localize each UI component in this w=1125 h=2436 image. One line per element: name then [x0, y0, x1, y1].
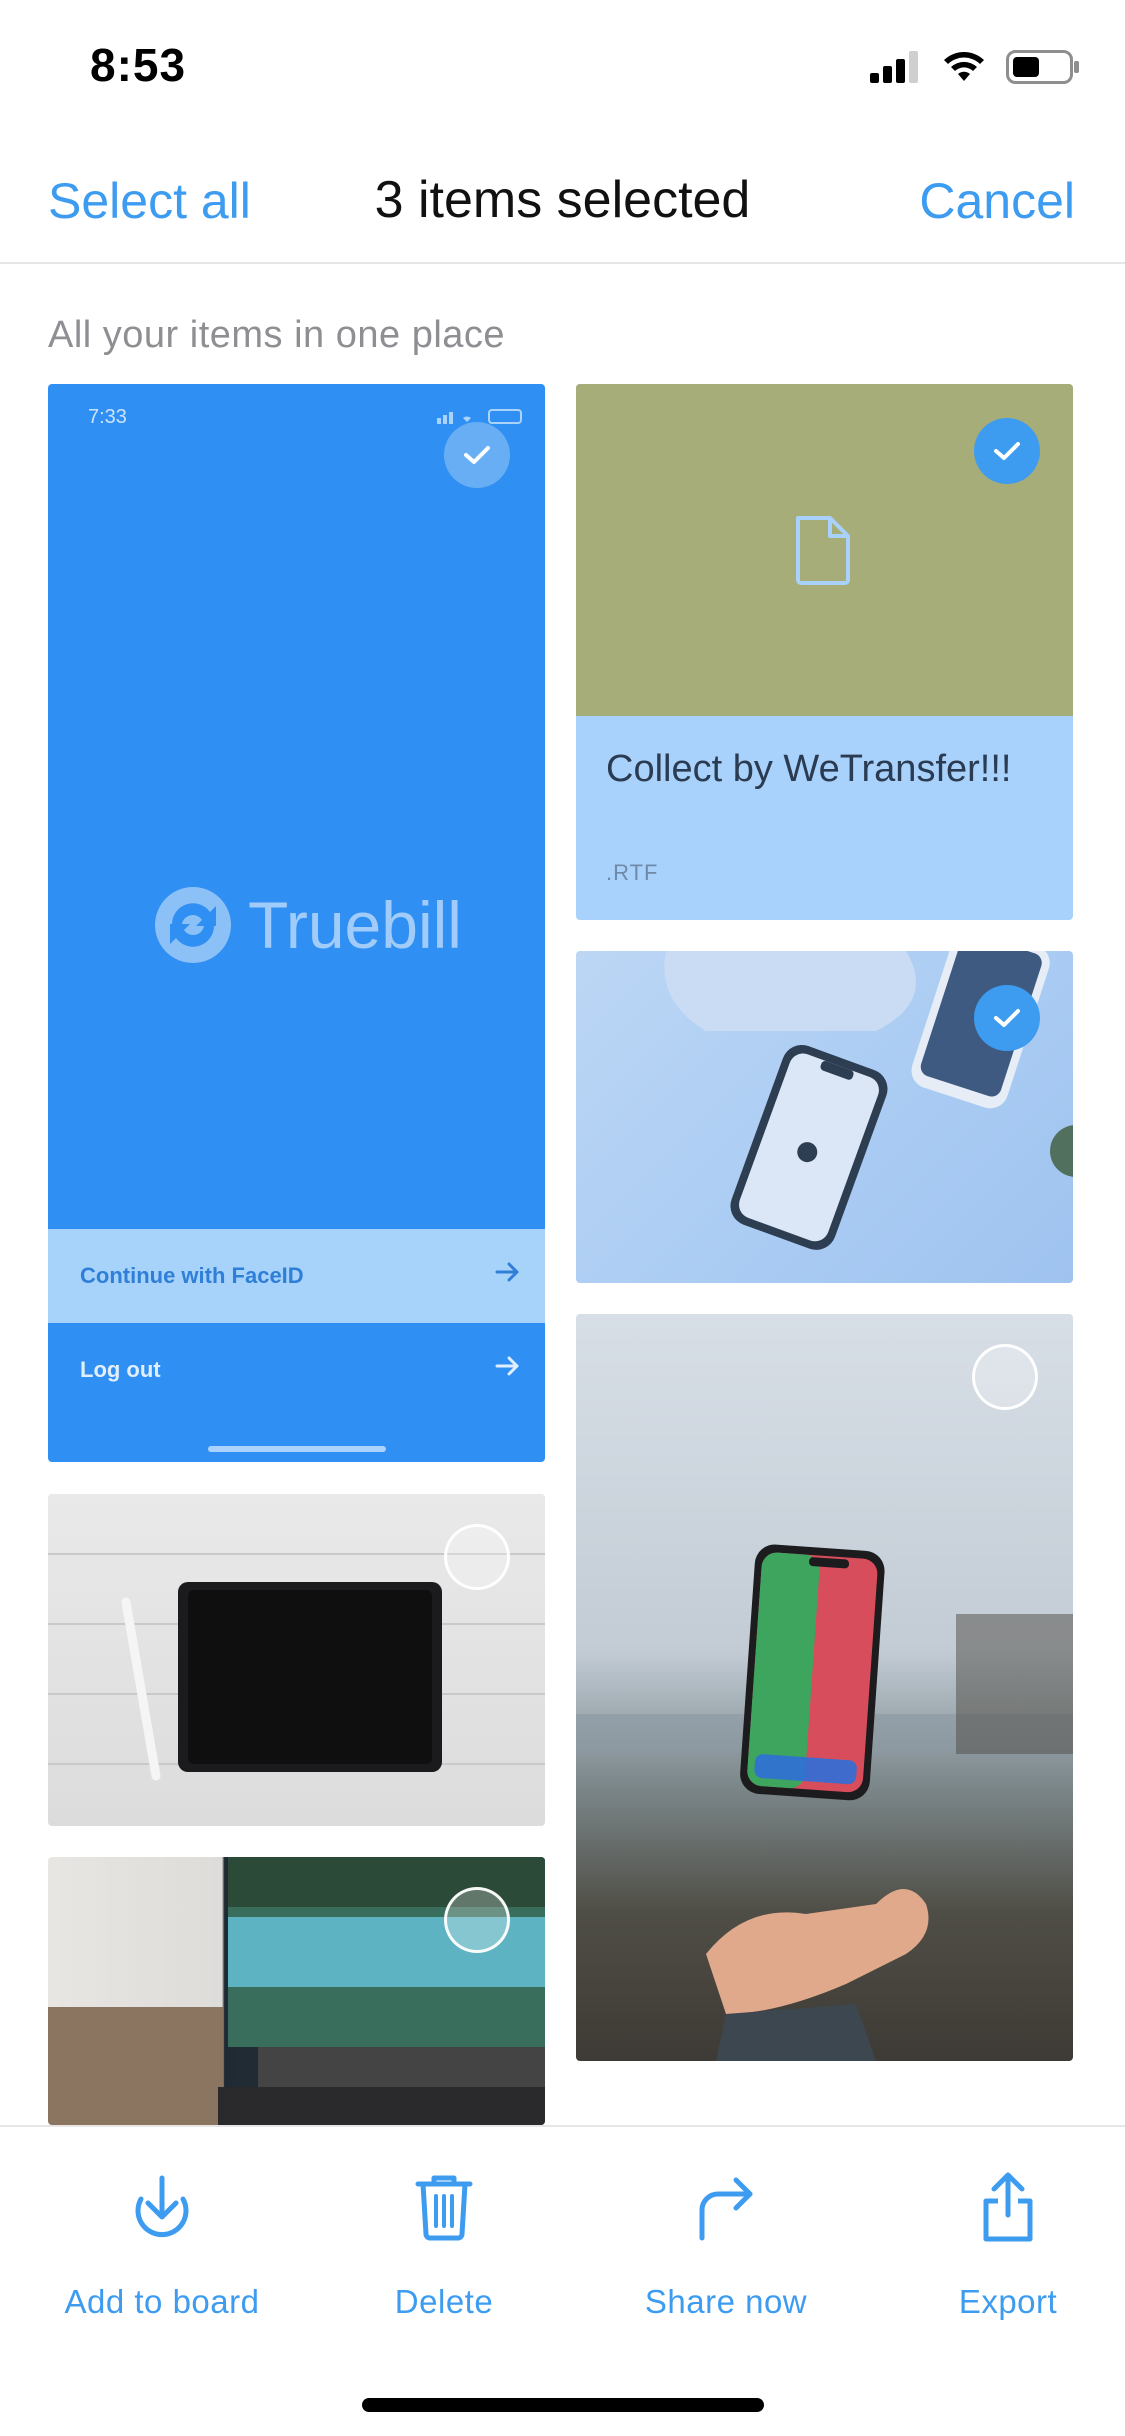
cancel-button[interactable]: Cancel [919, 172, 1075, 230]
truebill-brand: Truebill [248, 888, 462, 962]
truebill-logout-label: Log out [80, 1357, 161, 1382]
arrow-right-icon [495, 1262, 519, 1282]
home-indicator [362, 2398, 764, 2412]
item-phones-photo[interactable] [576, 951, 1073, 1283]
export-label: Export [958, 2283, 1058, 2320]
truebill-faceid-label: Continue with FaceID [80, 1263, 304, 1288]
checkmark-icon [994, 1009, 1020, 1027]
checkmark-icon [994, 442, 1020, 460]
checkmark-icon [464, 446, 490, 464]
truebill-logo: Truebill [152, 884, 462, 966]
selection-circle[interactable] [444, 1887, 510, 1953]
truebill-home-indicator [208, 1446, 386, 1452]
truebill-logout-row: Log out [48, 1323, 545, 1417]
nav-bar: Select all 3 items selected Cancel [0, 132, 1125, 264]
selection-check[interactable] [444, 422, 510, 488]
selection-check[interactable] [974, 985, 1040, 1051]
rtf-extension: .RTF [606, 860, 659, 885]
selection-circle[interactable] [444, 1524, 510, 1590]
truebill-faceid-row: Continue with FaceID [48, 1229, 545, 1323]
item-truebill-screenshot[interactable]: 7:33 Truebill Continue with FaceID Log o… [48, 384, 545, 1462]
item-floating-phone-photo[interactable] [576, 1314, 1073, 2061]
status-time: 8:53 [90, 39, 187, 91]
selection-circle[interactable] [972, 1344, 1038, 1410]
download-icon [135, 2175, 189, 2238]
section-caption: All your items in one place [48, 314, 506, 356]
truebill-logo-icon [155, 887, 231, 963]
share-now-label: Share now [644, 2283, 808, 2320]
document-icon [796, 516, 850, 585]
item-ipad-photo[interactable] [48, 1494, 545, 1826]
delete-label: Delete [394, 2283, 494, 2320]
add-to-board-label: Add to board [64, 2283, 260, 2320]
bottom-toolbar: Add to board Delete Share now Export [0, 2125, 1125, 2436]
add-to-board-button[interactable]: Add to board [42, 2167, 282, 2321]
arrow-right-icon [495, 1356, 519, 1376]
delete-button[interactable]: Delete [324, 2167, 564, 2321]
status-icons [870, 50, 1080, 84]
rtf-title: Collect by WeTransfer!!! [606, 748, 1012, 790]
status-bar: 8:53 [0, 0, 1125, 132]
share-arrow-icon [699, 2177, 753, 2241]
trash-icon [415, 2175, 473, 2241]
export-icon [983, 2172, 1033, 2242]
selection-check[interactable] [974, 418, 1040, 484]
wifi-icon [944, 52, 984, 81]
truebill-status-time: 7:33 [88, 406, 127, 428]
floating-phone-illustration [576, 1544, 1073, 2061]
item-rtf-document[interactable]: Collect by WeTransfer!!! .RTF [576, 384, 1073, 920]
export-button[interactable]: Export [888, 2167, 1125, 2321]
battery-icon [1006, 50, 1079, 84]
item-macbook-photo[interactable] [48, 1857, 545, 2125]
share-now-button[interactable]: Share now [606, 2167, 846, 2321]
cellular-signal-icon [870, 51, 918, 83]
